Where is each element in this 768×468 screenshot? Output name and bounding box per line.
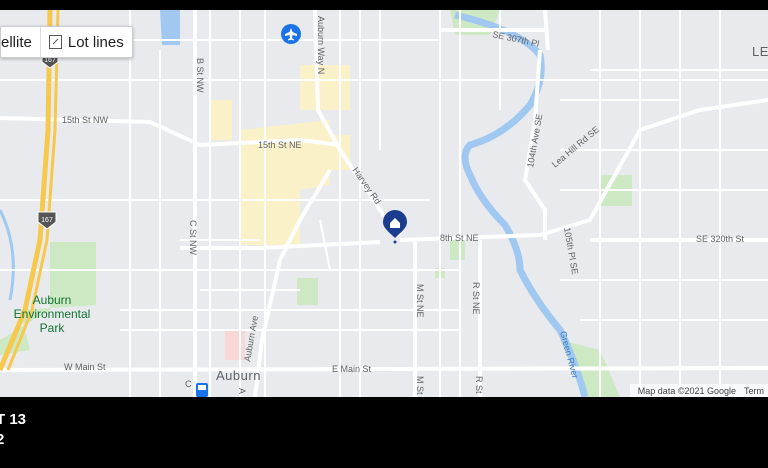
map-view[interactable]: 167 167 SE 307th Pl Auburn Way N B St NW… bbox=[0, 10, 768, 397]
minor-roads bbox=[0, 10, 768, 397]
street-label-c-partial: C bbox=[185, 379, 192, 389]
street-label-8th-st-ne: 8th St NE bbox=[440, 233, 479, 243]
street-label-15th-st-nw: 15th St NW bbox=[62, 115, 109, 125]
street-label-lea-hill-rd-se: Lea Hill Rd SE bbox=[550, 124, 601, 169]
satellite-button[interactable]: ellite bbox=[1, 27, 40, 57]
map-attribution: Map data ©2021 Google Term bbox=[629, 384, 768, 397]
street-label-15th-st-ne: 15th St NE bbox=[258, 140, 302, 150]
park-label-line2: Environmental bbox=[14, 307, 91, 321]
town-label-partial: LE bbox=[752, 44, 768, 59]
street-label-se-307th-pl: SE 307th Pl bbox=[492, 29, 541, 49]
park-label-line1: Auburn bbox=[33, 293, 72, 307]
airport-icon[interactable] bbox=[281, 24, 301, 44]
street-label-se-320th-st: SE 320th St bbox=[696, 234, 745, 244]
lot-lines-label: Lot lines bbox=[67, 33, 124, 51]
street-label-r-st: R St bbox=[474, 376, 484, 394]
lot-lines-button[interactable]: Lot lines bbox=[39, 27, 132, 57]
street-label-w-main-st: W Main St bbox=[64, 362, 106, 372]
listing-line-1: T 13 bbox=[0, 411, 27, 428]
street-label-m-st-ne: M St NE bbox=[415, 284, 425, 318]
street-label-m-st: M St bbox=[415, 376, 425, 395]
listing-info: T 13 2 bbox=[0, 410, 26, 450]
street-label-104th-ave-se: 104th Ave SE bbox=[525, 113, 544, 168]
highway-shield-label-top: 167 bbox=[44, 57, 56, 64]
map-data-attribution: Map data ©2021 Google bbox=[637, 385, 736, 396]
street-label-auburn-way-n: Auburn Way N bbox=[316, 16, 326, 74]
lot-lines-icon bbox=[48, 35, 62, 49]
street-label-a-partial: A bbox=[237, 388, 247, 394]
city-label: Auburn bbox=[216, 368, 261, 383]
map-layer-toggle: ellite Lot lines bbox=[0, 26, 133, 58]
commercial-zones bbox=[210, 65, 350, 245]
satellite-label: ellite bbox=[1, 33, 32, 51]
park-label-line3: Park bbox=[40, 321, 66, 335]
highway-shield-label-middle: 167 bbox=[41, 217, 53, 224]
map-canvas[interactable]: 167 167 SE 307th Pl Auburn Way N B St NW… bbox=[0, 10, 768, 397]
terms-link[interactable]: Term bbox=[740, 386, 768, 396]
street-label-b-st-nw: B St NW bbox=[195, 58, 205, 93]
transit-icon[interactable] bbox=[196, 383, 208, 397]
street-label-e-main-st: E Main St bbox=[332, 364, 372, 374]
street-label-c-st-nw: C St NW bbox=[188, 220, 198, 256]
major-roads bbox=[0, 10, 768, 397]
street-label-r-st-ne: R St NE bbox=[471, 282, 481, 315]
listing-line-2: 2 bbox=[0, 431, 5, 448]
street-label-105th-pl-se: 105th Pl SE bbox=[562, 227, 580, 276]
